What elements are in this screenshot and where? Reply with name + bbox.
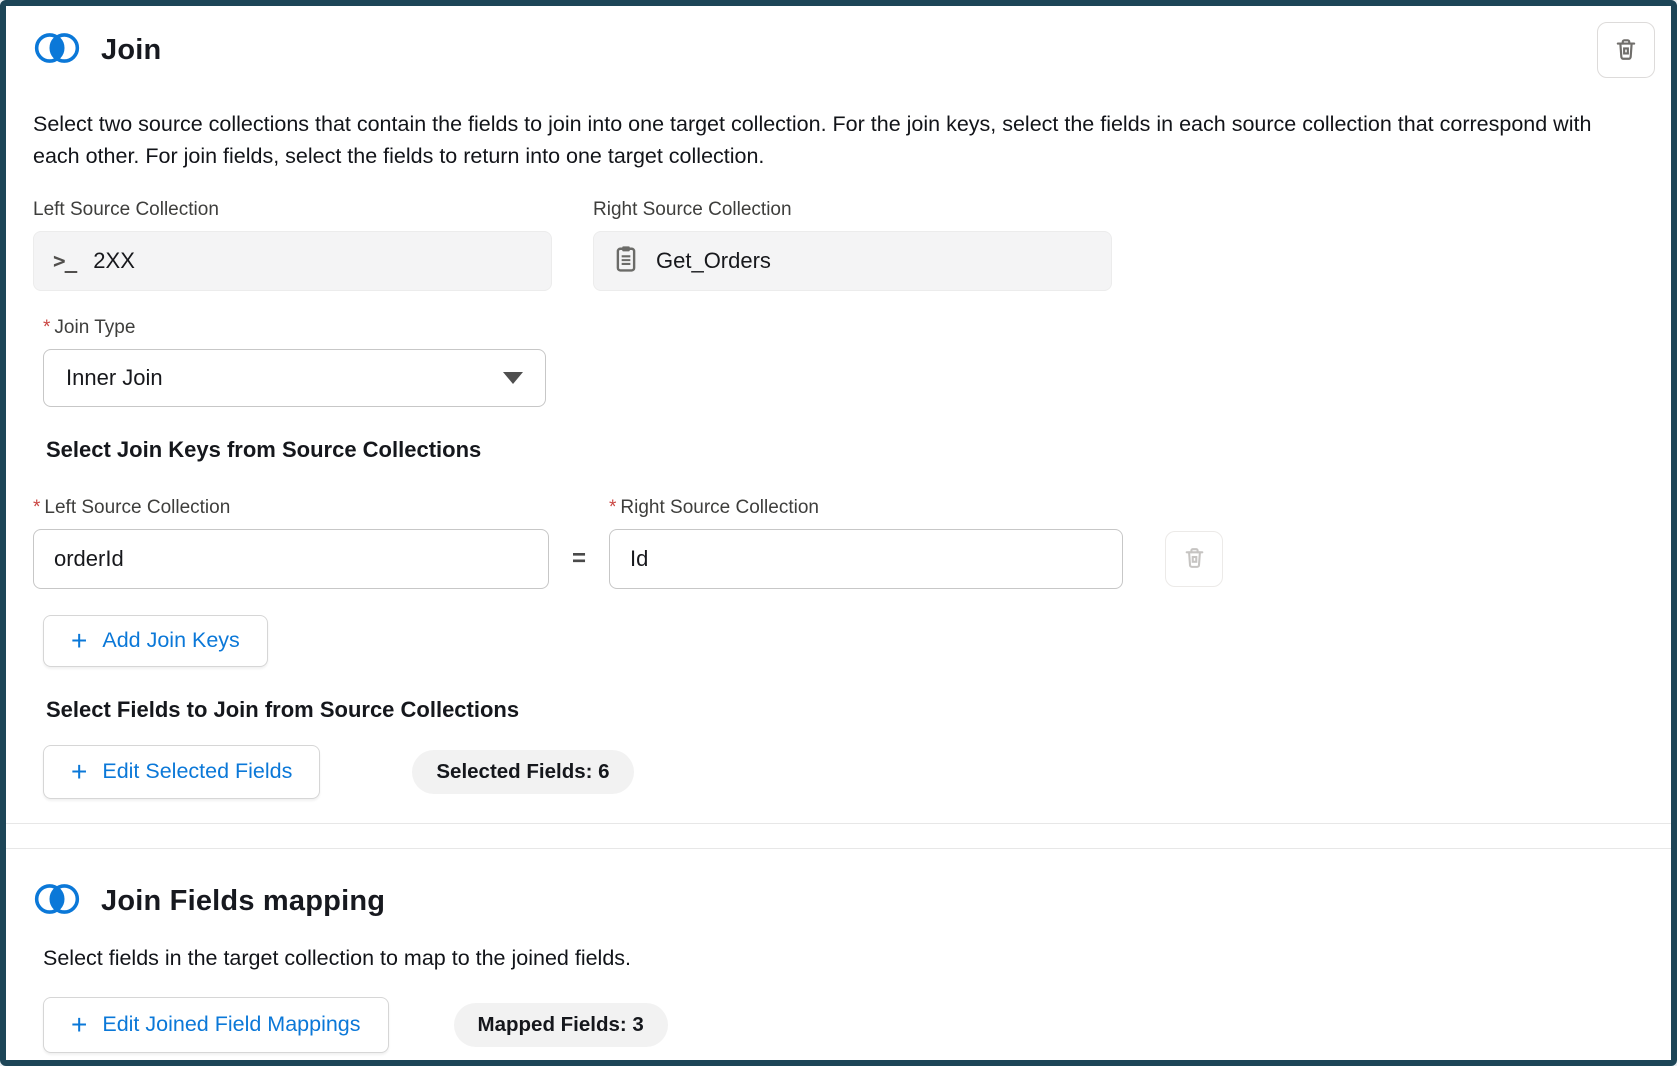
- join-card-title: Join: [101, 34, 161, 67]
- edit-joined-field-mappings-label: Edit Joined Field Mappings: [102, 1012, 360, 1037]
- join-circles-icon: [33, 28, 81, 73]
- join-fields-heading: Select Fields to Join from Source Collec…: [46, 697, 1641, 723]
- join-key-right-label: *Right Source Collection: [609, 497, 819, 519]
- join-circles-icon: [33, 879, 81, 924]
- join-key-right-input[interactable]: [609, 529, 1123, 589]
- join-type-label: *Join Type: [43, 317, 1641, 339]
- clipboard-icon: [613, 244, 639, 278]
- delete-join-key-button[interactable]: [1165, 531, 1223, 587]
- card-divider: [6, 823, 1671, 849]
- left-source-collection: Left Source Collection >_ 2XX: [33, 199, 552, 291]
- source-collections-row: Left Source Collection >_ 2XX Right Sour…: [33, 199, 1641, 291]
- edit-selected-fields-button[interactable]: + Edit Selected Fields: [43, 745, 320, 799]
- join-config-panel: Join Select two source collections that …: [0, 0, 1677, 1066]
- join-type-dropdown[interactable]: Inner Join: [43, 349, 546, 407]
- left-source-label: Left Source Collection: [33, 199, 552, 221]
- right-source-field[interactable]: Get_Orders: [593, 231, 1112, 291]
- right-source-collection: Right Source Collection Get_Orders: [593, 199, 1112, 291]
- left-source-field[interactable]: >_ 2XX: [33, 231, 552, 291]
- plus-icon: +: [71, 758, 87, 786]
- join-key-left-label: *Left Source Collection: [33, 497, 609, 519]
- join-keys-heading: Select Join Keys from Source Collections: [46, 437, 1641, 463]
- required-marker: *: [43, 317, 50, 338]
- plus-icon: +: [71, 1011, 87, 1039]
- plus-icon: +: [71, 627, 87, 655]
- add-join-keys-label: Add Join Keys: [102, 628, 239, 653]
- add-join-keys-button[interactable]: + Add Join Keys: [43, 615, 268, 667]
- join-card-header: Join: [33, 22, 1641, 78]
- mapping-card: Join Fields mapping Select fields in the…: [33, 849, 1641, 1053]
- edit-joined-field-mappings-button[interactable]: + Edit Joined Field Mappings: [43, 997, 389, 1053]
- delete-join-button[interactable]: [1597, 22, 1655, 78]
- join-key-row: =: [33, 529, 1641, 589]
- mapping-card-title: Join Fields mapping: [101, 885, 385, 918]
- join-key-labels-row: *Left Source Collection *Right Source Co…: [33, 497, 1641, 519]
- equals-operator: =: [549, 545, 609, 573]
- trash-icon: [1182, 545, 1207, 573]
- required-marker: *: [33, 497, 40, 518]
- join-key-left-input[interactable]: [33, 529, 549, 589]
- join-type-group: *Join Type Inner Join: [43, 317, 1641, 407]
- required-marker: *: [609, 497, 616, 518]
- edit-selected-fields-label: Edit Selected Fields: [102, 759, 292, 784]
- mapped-fields-badge: Mapped Fields: 3: [454, 1003, 668, 1047]
- mapping-card-description: Select fields in the target collection t…: [43, 946, 1641, 971]
- mapping-actions: + Edit Joined Field Mappings Mapped Fiel…: [43, 997, 1641, 1053]
- right-source-value: Get_Orders: [656, 248, 771, 274]
- trash-icon: [1613, 36, 1639, 65]
- join-card-description: Select two source collections that conta…: [33, 108, 1641, 173]
- selected-fields-badge: Selected Fields: 6: [412, 750, 633, 794]
- right-source-label: Right Source Collection: [593, 199, 1112, 221]
- terminal-prompt-icon: >_: [53, 249, 76, 273]
- join-fields-actions: + Edit Selected Fields Selected Fields: …: [43, 745, 1641, 799]
- left-source-value: 2XX: [93, 248, 135, 274]
- chevron-down-icon: [503, 372, 523, 384]
- join-type-value: Inner Join: [66, 365, 163, 391]
